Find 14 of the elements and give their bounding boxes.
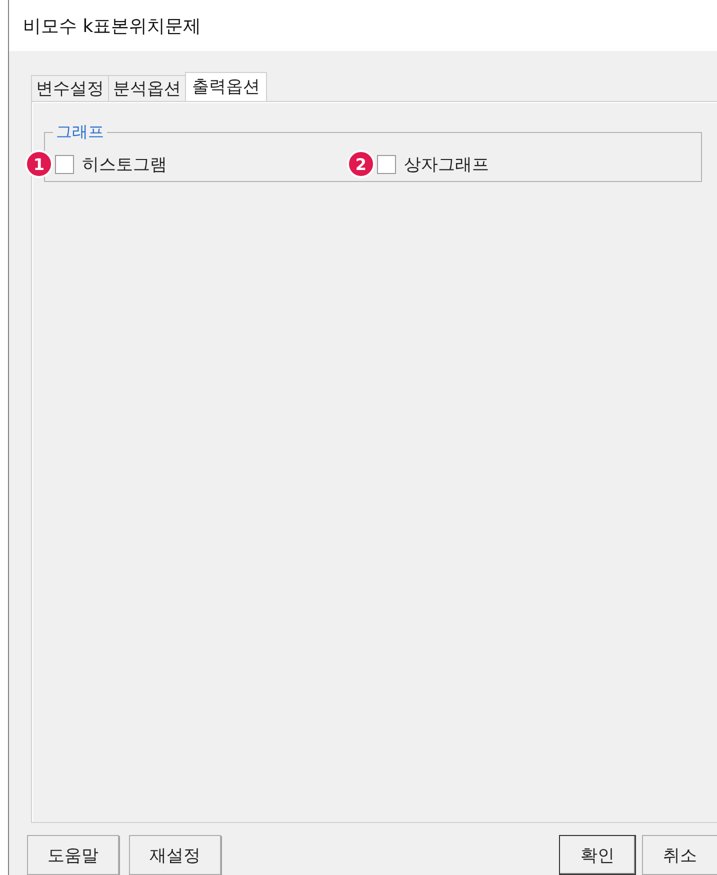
dialog-button[interactable]: 도움말 <box>27 835 119 875</box>
number-marker: 2 <box>347 150 375 178</box>
tab[interactable]: 변수설정 <box>31 75 109 101</box>
checkbox[interactable] <box>377 154 396 174</box>
ok-button[interactable]: 확인 <box>559 835 636 875</box>
tab[interactable]: 출력옵션 <box>185 72 267 101</box>
window-title: 비모수 k표본위치문제 <box>9 0 717 51</box>
checkbox-label[interactable]: 히스토그램 <box>82 152 167 176</box>
number-marker: 1 <box>25 150 53 178</box>
group-title: 그래프 <box>55 122 105 143</box>
checkbox[interactable] <box>55 154 74 174</box>
dialog-button[interactable]: 취소 <box>642 835 717 875</box>
checkbox-label[interactable]: 상자그래프 <box>404 152 489 176</box>
dialog-button[interactable]: 재설정 <box>129 835 221 875</box>
